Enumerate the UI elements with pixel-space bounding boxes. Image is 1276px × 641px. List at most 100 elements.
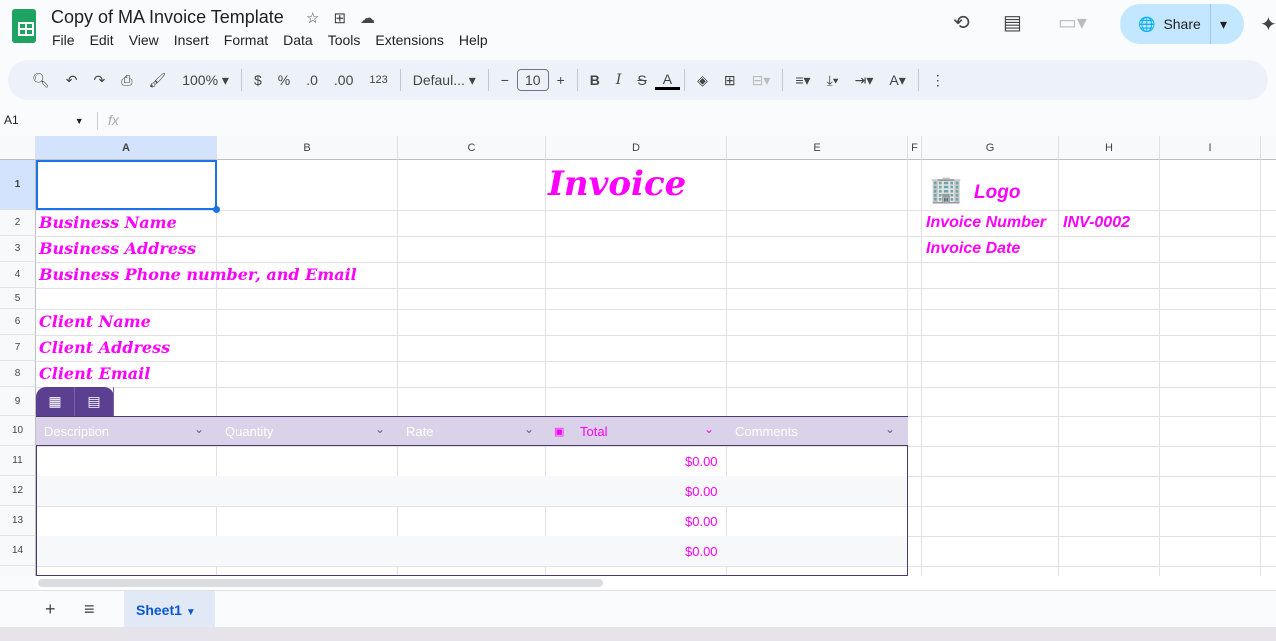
zoom-select[interactable]: 100% ▾ (174, 72, 237, 89)
merge-cells-icon[interactable]: ⊟▾ (744, 72, 779, 89)
more-options-icon[interactable]: ⋮ (923, 72, 953, 89)
row-header[interactable]: 11 (0, 446, 36, 476)
column-header-f[interactable]: F (908, 136, 922, 160)
table-view-icon[interactable]: ▦ (36, 387, 75, 416)
undo-icon[interactable]: ↶ (58, 72, 86, 89)
paint-format-icon[interactable]: 🖌︎ (140, 72, 174, 89)
vertical-align-icon[interactable]: ⤓▾ (819, 72, 847, 89)
share-button[interactable]: 🌐 Share ▾ (1120, 4, 1244, 44)
comments-icon[interactable]: ▤ (1003, 10, 1022, 35)
column-header-c[interactable]: C (398, 136, 546, 160)
row-header[interactable]: 13 (0, 506, 36, 536)
italic-icon[interactable]: I (608, 72, 630, 88)
client-email: Client Email (39, 364, 151, 383)
print-icon[interactable]: ⎙ (113, 72, 140, 89)
chevron-down-icon[interactable]: ⌄ (704, 422, 714, 436)
strikethrough-icon[interactable]: S (629, 72, 654, 88)
scrollbar-thumb[interactable] (38, 579, 603, 587)
toolbar: 🔍︎ ↶ ↷ ⎙ 🖌︎ 100% ▾ $ % .0 .00 123 Defaul… (8, 60, 1268, 100)
invoice-date-label: Invoice Date (926, 240, 1021, 257)
column-header-a[interactable]: A (36, 136, 217, 160)
row-header[interactable]: 12 (0, 476, 36, 506)
column-header-b[interactable]: B (217, 136, 398, 160)
row-header[interactable]: 14 (0, 536, 36, 566)
table-row[interactable]: $0.00 (37, 536, 907, 566)
redo-icon[interactable]: ↷ (86, 72, 114, 89)
text-wrap-icon[interactable]: ⇥▾ (847, 72, 882, 89)
gemini-icon[interactable]: ✦ (1260, 12, 1276, 37)
fill-color-icon[interactable]: ◈ (689, 72, 716, 89)
fill-handle[interactable] (213, 206, 220, 213)
menu-extensions[interactable]: Extensions (375, 32, 443, 48)
row-header[interactable]: 1 (0, 160, 36, 210)
row-header[interactable]: 7 (0, 335, 36, 361)
menu-format[interactable]: Format (224, 32, 268, 48)
spreadsheet-grid[interactable]: A B C D E F G H I 1 2 3 4 5 6 7 8 9 10 1… (0, 136, 1276, 576)
formula-input[interactable]: fx (108, 112, 119, 128)
move-folder-icon[interactable]: ⊞ (333, 10, 360, 27)
column-header-g[interactable]: G (922, 136, 1059, 160)
row-header[interactable]: 5 (0, 288, 36, 309)
row-header[interactable]: 9 (0, 387, 36, 416)
row-header[interactable]: 3 (0, 236, 36, 262)
menu-data[interactable]: Data (283, 32, 313, 48)
menu-view[interactable]: View (129, 32, 159, 48)
selected-cell-a1[interactable] (36, 160, 217, 210)
row-header[interactable]: 2 (0, 210, 36, 236)
header-quantity[interactable]: Quantity (225, 424, 273, 439)
row-header[interactable]: 4 (0, 262, 36, 288)
borders-icon[interactable]: ⊞ (716, 72, 744, 89)
text-rotation-icon[interactable]: A▾ (881, 72, 913, 89)
chevron-down-icon[interactable]: ⌄ (885, 422, 895, 436)
sheets-logo[interactable] (12, 9, 36, 43)
share-dropdown-icon[interactable]: ▾ (1220, 16, 1227, 33)
name-box[interactable]: A1 ▼ (4, 113, 84, 127)
more-formats-button[interactable]: 123 (361, 74, 395, 86)
chevron-down-icon[interactable]: ⌄ (375, 422, 385, 436)
bold-icon[interactable]: B (582, 72, 608, 88)
column-header-i[interactable]: I (1160, 136, 1261, 160)
document-title[interactable]: Copy of MA Invoice Template (51, 7, 284, 28)
menu-insert[interactable]: Insert (174, 32, 209, 48)
sheet-tab-dropdown-icon[interactable]: ▼ (186, 607, 196, 618)
star-icon[interactable]: ☆ (306, 10, 333, 27)
chevron-down-icon[interactable]: ⌄ (524, 422, 534, 436)
menu-file[interactable]: File (52, 32, 75, 48)
font-size-increase[interactable]: + (549, 72, 573, 88)
cloud-status-icon[interactable]: ☁ (360, 10, 389, 27)
menu-help[interactable]: Help (459, 32, 488, 48)
percent-button[interactable]: % (270, 72, 298, 88)
table-calc-icon[interactable]: ▤ (75, 387, 114, 416)
total-cell: $0.00 (685, 514, 718, 529)
row-header[interactable]: 10 (0, 416, 36, 446)
increase-decimal-button[interactable]: .00 (326, 72, 361, 88)
font-size-input[interactable]: 10 (516, 69, 549, 91)
add-sheet-icon[interactable]: + (45, 599, 56, 620)
all-sheets-icon[interactable]: ≡ (84, 599, 95, 620)
chevron-down-icon[interactable]: ⌄ (194, 422, 204, 436)
sheet-tab-sheet1[interactable]: Sheet1 ▼ (124, 591, 215, 628)
row-header[interactable]: 8 (0, 361, 36, 387)
search-icon[interactable]: 🔍︎ (24, 72, 58, 89)
menu-edit[interactable]: Edit (90, 32, 114, 48)
column-header-d[interactable]: D (546, 136, 727, 160)
table-row[interactable]: $0.00 (37, 506, 907, 536)
currency-button[interactable]: $ (246, 72, 270, 88)
column-header-e[interactable]: E (727, 136, 908, 160)
row-header[interactable]: 6 (0, 309, 36, 335)
column-header-h[interactable]: H (1059, 136, 1160, 160)
table-row[interactable]: $0.00 (37, 476, 907, 506)
font-size-decrease[interactable]: − (493, 72, 517, 88)
history-icon[interactable]: ⟲ (953, 10, 970, 35)
header-description[interactable]: Description (44, 424, 109, 439)
text-color-icon[interactable]: A (654, 71, 681, 90)
header-comments[interactable]: Comments (735, 424, 798, 439)
menu-tools[interactable]: Tools (328, 32, 361, 48)
meet-icon[interactable]: ▭▾ (1058, 10, 1087, 35)
decrease-decimal-button[interactable]: .0 (298, 72, 326, 88)
header-total[interactable]: Total (580, 424, 607, 439)
header-rate[interactable]: Rate (406, 424, 433, 439)
table-row[interactable]: $0.00 (37, 446, 907, 476)
font-select[interactable]: Defaul... ▾ (405, 72, 484, 89)
horizontal-align-icon[interactable]: ≡▾ (787, 72, 818, 89)
